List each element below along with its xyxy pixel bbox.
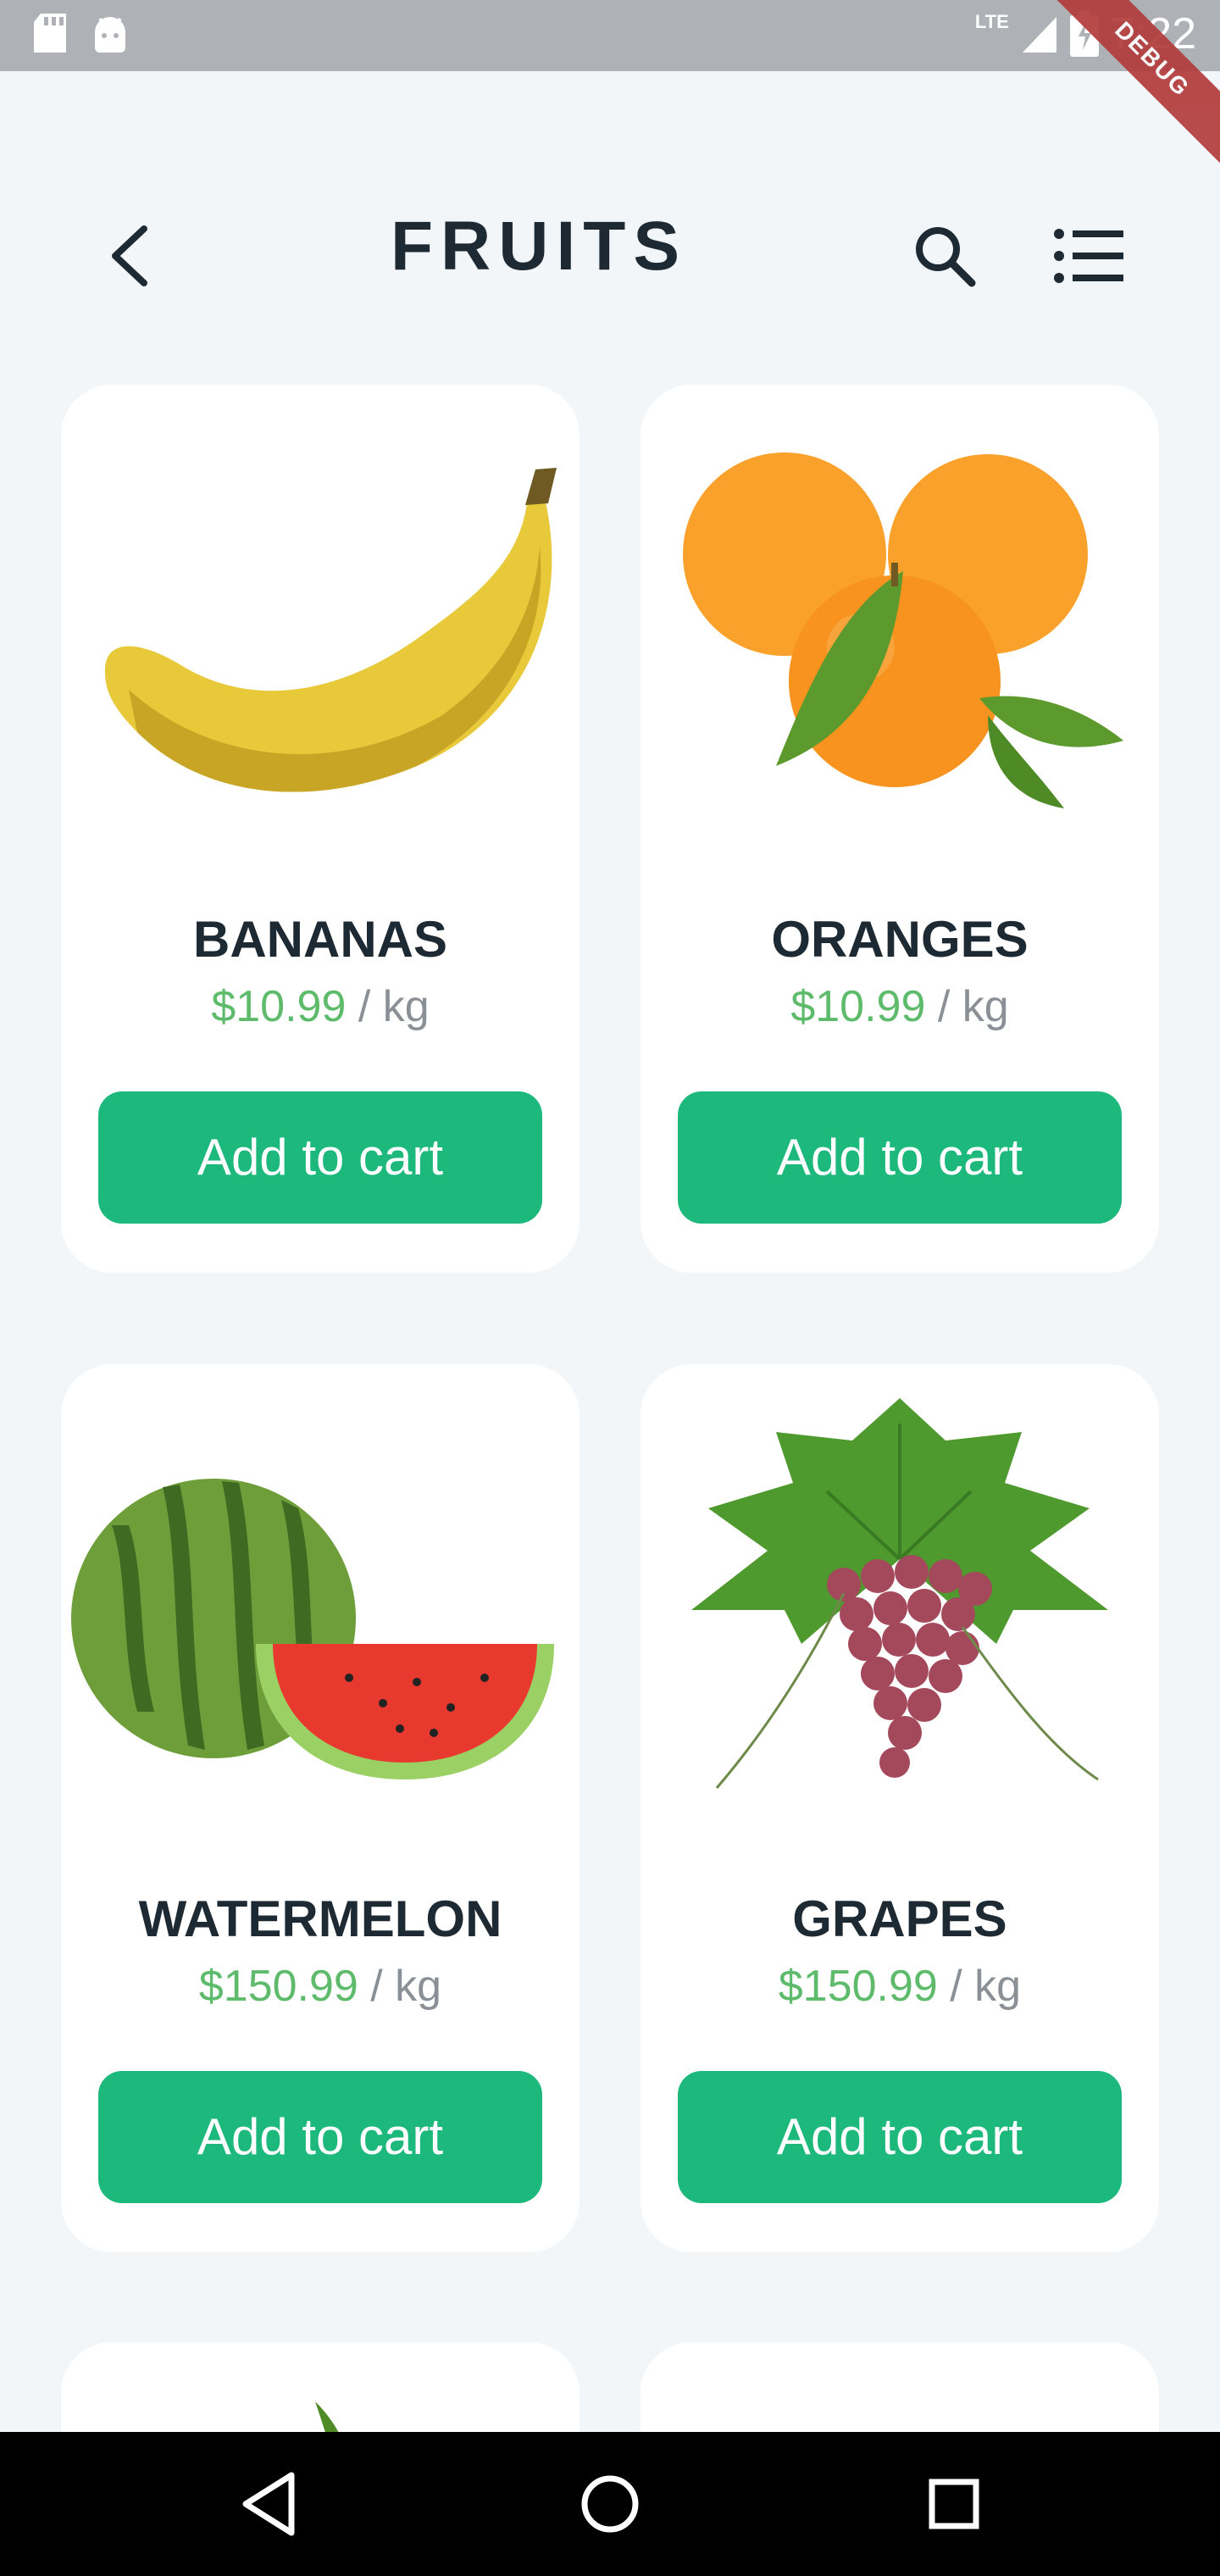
page-title-text: FRUITS <box>390 208 688 285</box>
product-name: GRAPES <box>792 1890 1007 1947</box>
price-unit: / kg <box>925 982 1009 1031</box>
product-card-grapes[interactable]: GRAPES $150.99 / kg Add to cart <box>640 1364 1159 2252</box>
price-amount: $10.99 <box>790 982 926 1031</box>
page-title: FRUITS <box>0 207 1220 286</box>
price-amount: $150.99 <box>778 1962 938 2011</box>
android-icon <box>95 17 125 53</box>
product-card-oranges[interactable]: ORANGES $10.99 / kg Add to cart <box>640 385 1159 1273</box>
product-card-bananas[interactable]: BANANAS $10.99 / kg Add to cart <box>61 385 580 1273</box>
back-nav-icon[interactable] <box>239 2470 298 2538</box>
price-unit: / kg <box>346 982 430 1031</box>
price-amount: $150.99 <box>198 1962 358 2011</box>
add-to-cart-button[interactable]: Add to cart <box>98 1091 542 1224</box>
price-unit: / kg <box>358 1962 442 2011</box>
product-price: $10.99 / kg <box>640 981 1159 1032</box>
product-name: WATERMELON <box>138 1890 502 1947</box>
home-nav-icon[interactable] <box>580 2473 640 2534</box>
sd-card-icon <box>34 14 66 53</box>
product-price: $150.99 / kg <box>640 1961 1159 2012</box>
product-name: BANANAS <box>193 911 447 968</box>
status-bar: LTE 7:22 DEBUG <box>0 0 1220 168</box>
grapes-image <box>691 1398 1108 1789</box>
search-icon[interactable] <box>911 222 979 290</box>
add-to-cart-button[interactable]: Add to cart <box>678 2071 1122 2203</box>
oranges-image <box>683 452 1123 808</box>
list-icon[interactable] <box>1051 222 1127 290</box>
recents-nav-icon[interactable] <box>927 2477 981 2531</box>
price-unit: / kg <box>937 1962 1022 2011</box>
product-price: $10.99 / kg <box>61 981 580 1032</box>
banana-image <box>104 468 557 792</box>
navigation-bar <box>0 2432 1220 2576</box>
product-card-watermelon[interactable]: WATERMELON $150.99 / kg Add to cart <box>61 1364 580 2252</box>
signal-icon <box>1022 17 1056 53</box>
product-price: $150.99 / kg <box>61 1961 580 2012</box>
product-name: ORANGES <box>771 911 1029 968</box>
add-to-cart-button[interactable]: Add to cart <box>678 1091 1122 1224</box>
add-to-cart-button[interactable]: Add to cart <box>98 2071 542 2203</box>
price-amount: $10.99 <box>211 982 347 1031</box>
network-type: LTE <box>974 11 1009 32</box>
watermelon-image <box>71 1479 554 1779</box>
